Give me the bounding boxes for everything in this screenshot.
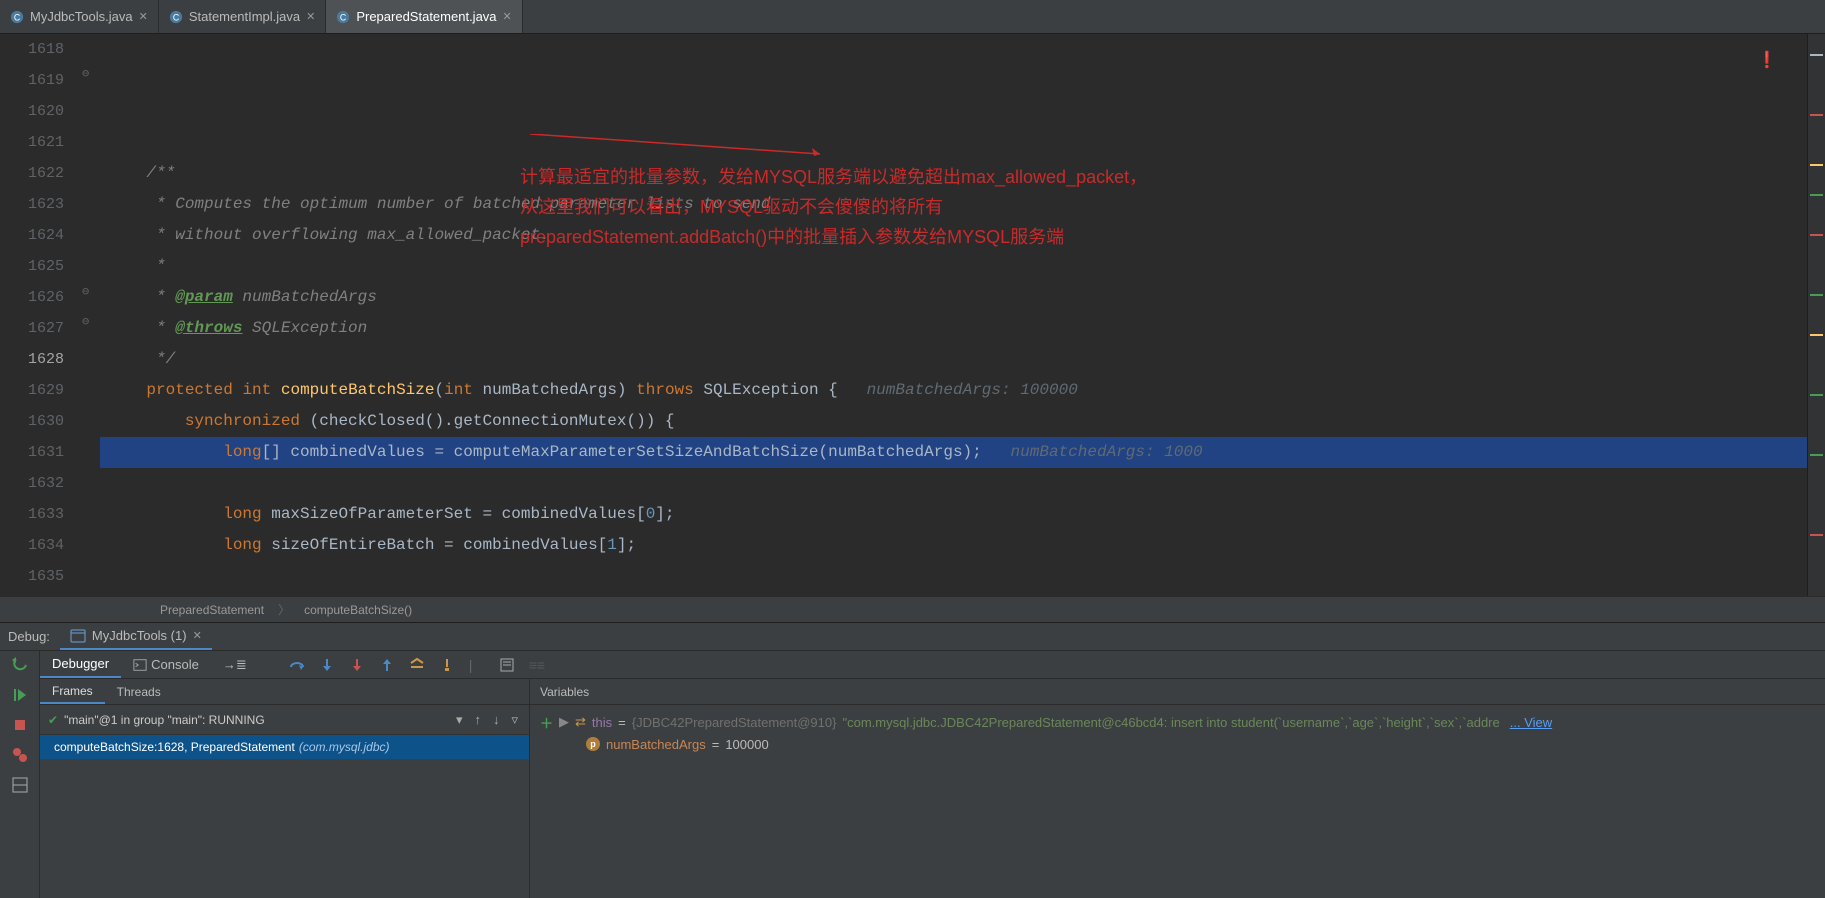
evaluate-icon[interactable] bbox=[499, 657, 515, 673]
minimap[interactable] bbox=[1807, 34, 1825, 596]
code-line[interactable]: int maxAllowedPacket = this.connection.g… bbox=[100, 592, 1807, 596]
code-line[interactable]: */ bbox=[100, 344, 1807, 375]
debug-label: Debug: bbox=[8, 629, 50, 644]
close-icon[interactable]: ✕ bbox=[306, 10, 315, 23]
step-out-icon[interactable] bbox=[379, 657, 395, 673]
class-icon: C bbox=[336, 10, 350, 24]
var-arg[interactable]: p numBatchedArgs = 100000 bbox=[540, 733, 1815, 755]
view-link[interactable]: ... View bbox=[1510, 715, 1552, 730]
code-editor[interactable]: 1618161916201621162216231624162516261627… bbox=[0, 34, 1825, 596]
force-step-into-icon[interactable] bbox=[349, 657, 365, 673]
thread-selector[interactable]: ✔ "main"@1 in group "main": RUNNING ▾ ↑ … bbox=[40, 705, 529, 735]
application-icon bbox=[70, 628, 86, 644]
debug-header: Debug: MyJdbcTools (1) ✕ bbox=[0, 623, 1825, 651]
code-line[interactable]: * Computes the optimum number of batched… bbox=[100, 189, 1807, 220]
line-gutter: 1618161916201621162216231624162516261627… bbox=[0, 34, 80, 596]
code-line[interactable]: * bbox=[100, 251, 1807, 282]
console-icon bbox=[133, 658, 147, 672]
breadcrumb-method[interactable]: computeBatchSize() bbox=[278, 601, 412, 618]
debug-controls bbox=[0, 651, 40, 898]
step-over-icon[interactable] bbox=[289, 657, 305, 673]
expand-icon[interactable]: ▶ bbox=[559, 714, 569, 730]
debug-run-tab[interactable]: MyJdbcTools (1) ✕ bbox=[60, 624, 212, 650]
svg-text:C: C bbox=[173, 12, 179, 22]
fold-marks: ⊖ ⊖ ⊖ bbox=[80, 34, 100, 596]
frames-pane: Frames Threads ✔ "main"@1 in group "main… bbox=[40, 679, 530, 898]
dropdown-icon[interactable]: ▾ bbox=[453, 712, 466, 728]
tab-frames[interactable]: Frames bbox=[40, 679, 105, 704]
breakpoints-icon[interactable] bbox=[12, 747, 28, 763]
file-tab[interactable]: CStatementImpl.java✕ bbox=[159, 0, 327, 33]
class-icon: C bbox=[169, 10, 183, 24]
code-line[interactable]: protected int computeBatchSize(int numBa… bbox=[100, 375, 1807, 406]
code-line[interactable] bbox=[100, 127, 1807, 158]
variables-pane: Variables ＋ ▶ ⇄ this = {JDBC42PreparedSt… bbox=[530, 679, 1825, 898]
step-controls: | ≡≡ bbox=[289, 657, 545, 673]
filter-icon[interactable]: ▿ bbox=[508, 712, 521, 728]
file-tab[interactable]: CPreparedStatement.java✕ bbox=[326, 0, 522, 33]
add-icon[interactable]: ＋ bbox=[540, 713, 553, 732]
run-to-cursor-icon[interactable] bbox=[439, 657, 455, 673]
check-icon: ✔ bbox=[48, 713, 58, 727]
tab-more[interactable]: →≣ bbox=[211, 651, 259, 678]
breadcrumb-class[interactable]: PreparedStatement bbox=[160, 603, 264, 617]
drop-frame-icon[interactable] bbox=[409, 657, 425, 673]
disabled-icon: ≡≡ bbox=[529, 657, 545, 673]
var-this[interactable]: ＋ ▶ ⇄ this = {JDBC42PreparedStatement@91… bbox=[540, 711, 1815, 733]
code-line[interactable]: * @throws SQLException bbox=[100, 313, 1807, 344]
class-icon: C bbox=[10, 10, 24, 24]
svg-text:C: C bbox=[14, 12, 20, 22]
two-way-icon: ⇄ bbox=[575, 714, 586, 730]
stack-frame[interactable]: computeBatchSize:1628, PreparedStatement… bbox=[40, 735, 529, 759]
layout-icon[interactable] bbox=[12, 777, 28, 793]
variables-header: Variables bbox=[530, 679, 1825, 705]
next-frame-icon[interactable]: ↓ bbox=[490, 712, 503, 727]
code-line[interactable]: * without overflowing max_allowed_packet… bbox=[100, 220, 1807, 251]
resume-icon[interactable] bbox=[12, 687, 28, 703]
tab-console[interactable]: Console bbox=[121, 651, 211, 678]
prev-frame-icon[interactable]: ↑ bbox=[471, 712, 484, 727]
svg-text:C: C bbox=[340, 12, 346, 22]
code-line[interactable]: long maxSizeOfParameterSet = combinedVal… bbox=[100, 499, 1807, 530]
code-line[interactable] bbox=[100, 468, 1807, 499]
code-line[interactable]: synchronized (checkClosed().getConnectio… bbox=[100, 406, 1807, 437]
step-into-icon[interactable] bbox=[319, 657, 335, 673]
error-icon[interactable]: ❗ bbox=[1757, 46, 1777, 77]
code-area[interactable]: ❗ /** * Computes the optimum number of b… bbox=[100, 34, 1807, 596]
code-line[interactable]: * @param numBatchedArgs bbox=[100, 282, 1807, 313]
stop-icon[interactable] bbox=[12, 717, 28, 733]
tab-threads[interactable]: Threads bbox=[105, 679, 173, 704]
rerun-icon[interactable] bbox=[12, 657, 28, 673]
debug-toolbar: Debugger Console →≣ | ≡≡ bbox=[40, 651, 1825, 679]
tab-debugger[interactable]: Debugger bbox=[40, 651, 121, 678]
code-line[interactable]: long sizeOfEntireBatch = combinedValues[… bbox=[100, 530, 1807, 561]
breadcrumb[interactable]: PreparedStatement computeBatchSize() bbox=[0, 596, 1825, 622]
code-line[interactable] bbox=[100, 561, 1807, 592]
param-glyph-icon: p bbox=[586, 737, 600, 751]
debug-panel: Debug: MyJdbcTools (1) ✕ Debugger Consol… bbox=[0, 622, 1825, 898]
code-line[interactable]: long[] combinedValues = computeMaxParame… bbox=[100, 437, 1807, 468]
close-icon[interactable]: ✕ bbox=[193, 629, 202, 642]
close-icon[interactable]: ✕ bbox=[139, 10, 148, 23]
editor-tabs: CMyJdbcTools.java✕CStatementImpl.java✕CP… bbox=[0, 0, 1825, 34]
file-tab[interactable]: CMyJdbcTools.java✕ bbox=[0, 0, 159, 33]
close-icon[interactable]: ✕ bbox=[503, 10, 512, 23]
code-line[interactable]: /** bbox=[100, 158, 1807, 189]
